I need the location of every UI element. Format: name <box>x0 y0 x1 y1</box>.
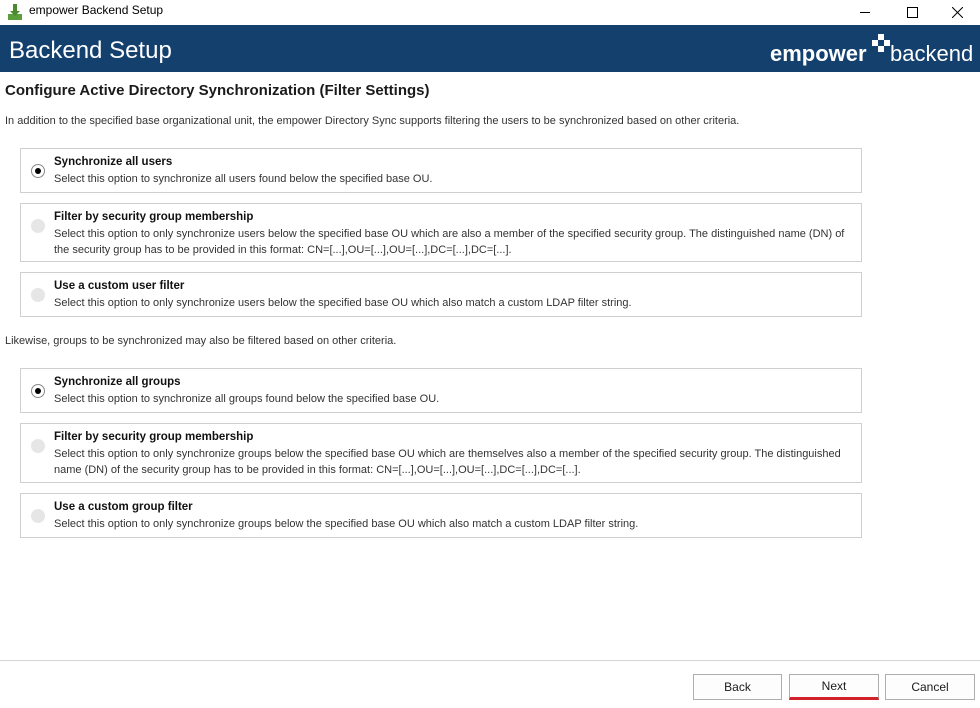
radio-filter-users-by-group[interactable] <box>31 219 45 233</box>
option-description: Select this option to only synchronize u… <box>54 228 845 256</box>
option-filter-groups-by-group[interactable]: Filter by security group membership Sele… <box>20 423 862 483</box>
window-title: empower Backend Setup <box>29 3 164 17</box>
radio-sync-all-users[interactable] <box>31 164 45 178</box>
close-button[interactable] <box>934 0 980 25</box>
logo-text-light: backend <box>890 41 974 66</box>
footer-divider <box>0 660 980 661</box>
minimize-icon <box>859 12 870 13</box>
banner-title: Backend Setup <box>9 37 172 64</box>
logo-text-bold: empower <box>770 41 867 66</box>
radio-sync-all-groups[interactable] <box>31 384 45 398</box>
option-description: Select this option to synchronize all gr… <box>54 393 440 405</box>
option-title: Synchronize all users <box>54 156 173 168</box>
option-title: Use a custom group filter <box>54 501 193 513</box>
title-bar: empower Backend Setup <box>0 0 980 25</box>
option-sync-all-users[interactable]: Synchronize all users Select this option… <box>20 148 862 193</box>
next-button[interactable]: Next <box>789 674 879 700</box>
radio-filter-groups-by-group[interactable] <box>31 439 45 453</box>
radio-custom-group-filter[interactable] <box>31 509 45 523</box>
option-sync-all-groups[interactable]: Synchronize all groups Select this optio… <box>20 368 862 413</box>
option-custom-user-filter[interactable]: Use a custom user filter Select this opt… <box>20 272 862 317</box>
option-title: Use a custom user filter <box>54 280 185 292</box>
option-title: Filter by security group membership <box>54 431 254 443</box>
option-description: Select this option to only synchronize g… <box>54 448 841 476</box>
option-title: Synchronize all groups <box>54 376 181 388</box>
users-intro-text: In addition to the specified base organi… <box>5 115 740 127</box>
logo-mark-icon <box>872 34 890 52</box>
option-title: Filter by security group membership <box>54 211 254 223</box>
back-button[interactable]: Back <box>693 674 782 700</box>
radio-custom-user-filter[interactable] <box>31 288 45 302</box>
option-filter-users-by-group[interactable]: Filter by security group membership Sele… <box>20 203 862 262</box>
cancel-button[interactable]: Cancel <box>885 674 975 700</box>
header-banner: Backend Setup empower backend <box>0 25 980 72</box>
minimize-button[interactable] <box>842 0 888 25</box>
option-description: Select this option to synchronize all us… <box>54 173 433 185</box>
option-description: Select this option to only synchronize u… <box>54 297 632 309</box>
option-description: Select this option to only synchronize g… <box>54 518 639 530</box>
option-custom-group-filter[interactable]: Use a custom group filter Select this op… <box>20 493 862 538</box>
maximize-icon <box>906 7 918 18</box>
empower-logo: empower backend <box>770 34 974 66</box>
close-icon <box>951 7 963 18</box>
groups-intro-text: Likewise, groups to be synchronized may … <box>5 335 397 347</box>
page-title: Configure Active Directory Synchronizati… <box>5 82 430 99</box>
maximize-button[interactable] <box>889 0 935 25</box>
installer-icon <box>8 4 22 20</box>
